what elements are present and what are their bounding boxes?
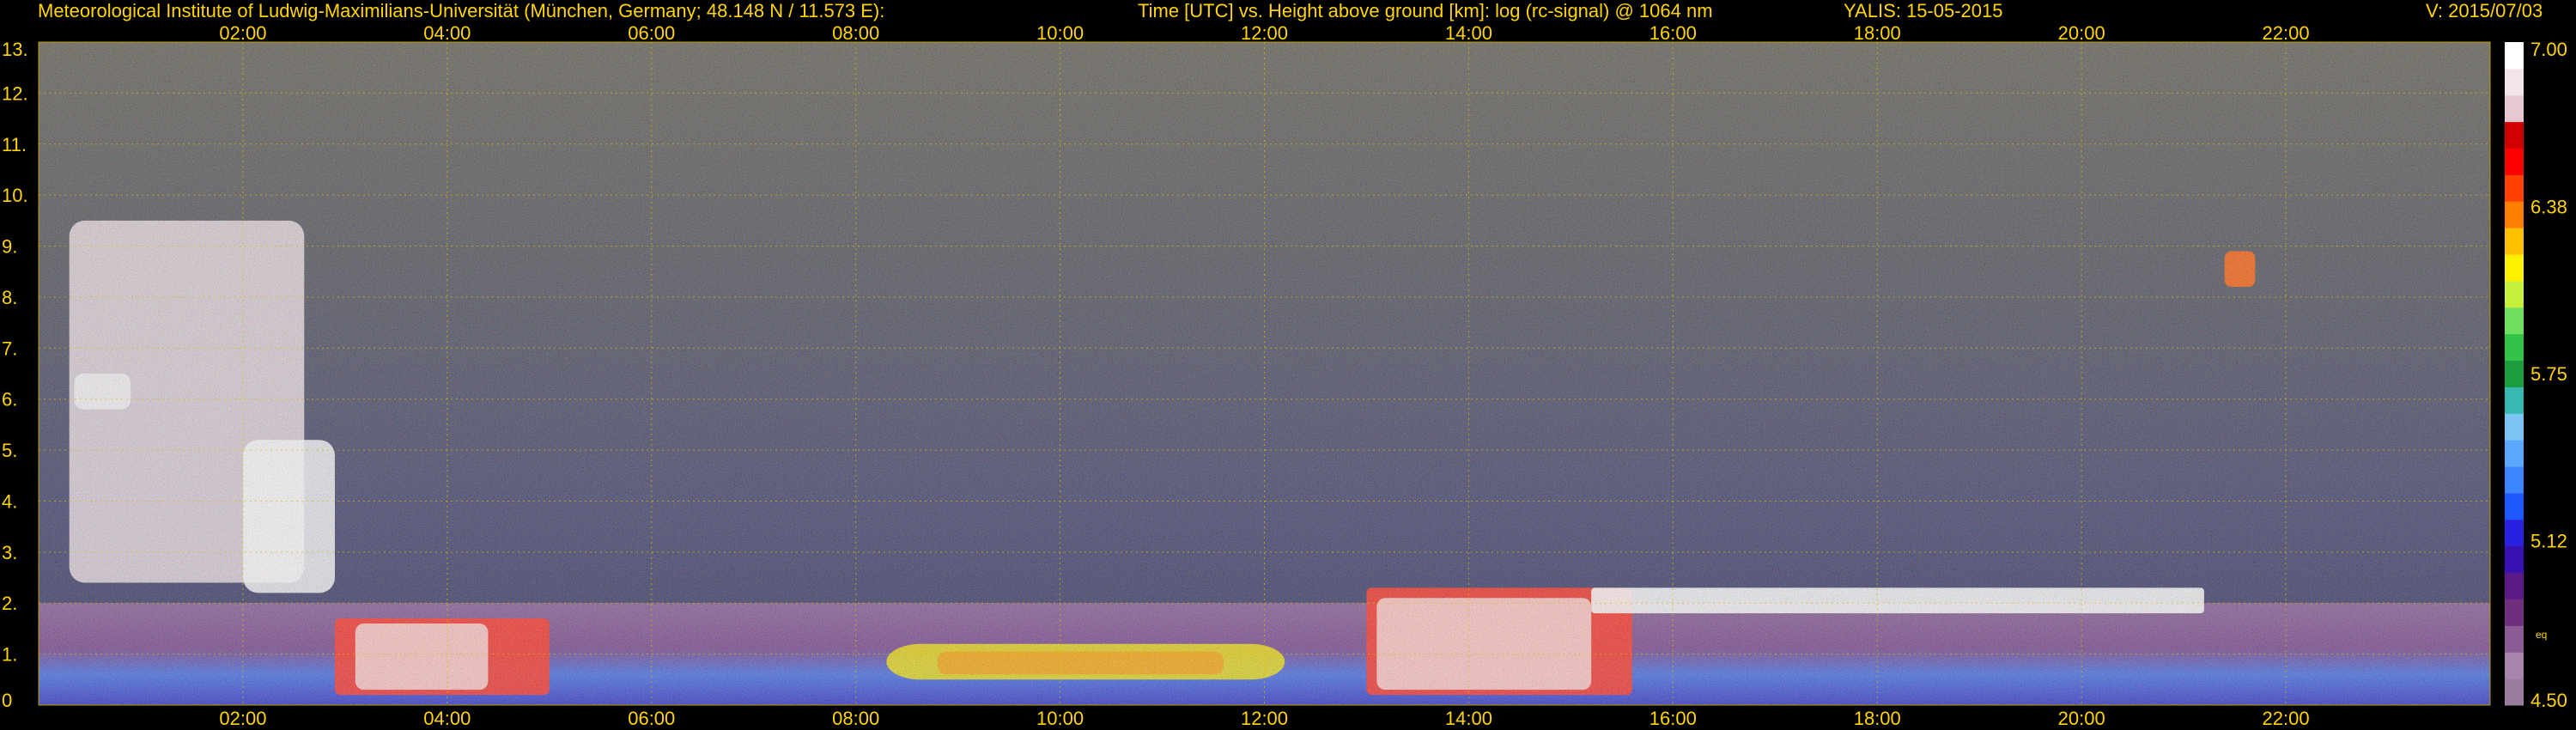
colorbar-segment xyxy=(2505,678,2524,706)
x-tick-label-bottom: 22:00 xyxy=(2263,708,2310,729)
colorbar-segment xyxy=(2505,148,2524,175)
y-tick-label: 3. xyxy=(2,542,17,563)
colorbar-segment xyxy=(2505,174,2524,202)
y-tick-label: 1. xyxy=(2,644,17,666)
colorbar-segment xyxy=(2505,201,2524,228)
x-tick-label-bottom: 08:00 xyxy=(832,708,879,729)
colorbar-tick-label: 5.75 xyxy=(2530,363,2567,385)
x-tick-label-top: 12:00 xyxy=(1241,22,1288,44)
colorbar-segment xyxy=(2505,652,2524,679)
colorbar-segment xyxy=(2505,121,2524,149)
colorbar-segment xyxy=(2505,545,2524,574)
colorbar-segment xyxy=(2505,42,2524,70)
x-axis-bottom: 02:00 04:00 06:00 08:00 10:00 12:00 14:00 16:00… xyxy=(219,708,2309,729)
colorbar-segment xyxy=(2505,94,2524,123)
y-tick-label: 5. xyxy=(2,440,17,461)
y-tick-label: 11. xyxy=(2,134,27,155)
x-tick-label-top: 18:00 xyxy=(1854,22,1901,44)
colorbar-segment xyxy=(2505,519,2524,547)
x-tick-label-top: 14:00 xyxy=(1445,22,1492,44)
colorbar-segment xyxy=(2505,599,2524,626)
y-tick-label: 0 xyxy=(2,690,12,711)
x-tick-label-bottom: 20:00 xyxy=(2058,708,2105,729)
lidar-chart: 0 1. 2. 3. 4. 5. 6. 7. 8. 9. 10. 11. 12. 13. 02:00 04:… xyxy=(2,22,2567,729)
colorbar-segment xyxy=(2505,254,2524,282)
x-tick-label-bottom: 12:00 xyxy=(1241,708,1288,729)
x-tick-label-top: 04:00 xyxy=(423,22,471,44)
colorbar-segment xyxy=(2505,307,2524,335)
x-tick-label-top: 02:00 xyxy=(219,22,266,44)
x-tick-label-bottom: 06:00 xyxy=(628,708,675,729)
colorbar-segment xyxy=(2505,466,2524,494)
colorbar-segment xyxy=(2505,386,2524,414)
x-tick-label-bottom: 10:00 xyxy=(1036,708,1084,729)
x-tick-label-top: 06:00 xyxy=(628,22,675,44)
plot-area xyxy=(39,42,2490,705)
y-tick-label: 13. xyxy=(2,39,28,60)
colorbar-segment xyxy=(2505,228,2524,255)
y-tick-label: 12. xyxy=(2,82,28,104)
y-tick-label: 8. xyxy=(2,287,17,308)
colorbar-segment xyxy=(2505,333,2524,362)
colorbar-segment xyxy=(2505,440,2524,467)
x-tick-label-top: 20:00 xyxy=(2058,22,2105,44)
x-tick-label-top: 10:00 xyxy=(1036,22,1084,44)
x-tick-label-top: 08:00 xyxy=(832,22,879,44)
colorbar-segment xyxy=(2505,625,2524,653)
x-tick-label-bottom: 04:00 xyxy=(423,708,471,729)
y-tick-label: 10. xyxy=(2,185,28,206)
colorbar-segment xyxy=(2505,360,2524,387)
colorbar-segment xyxy=(2505,280,2524,308)
colorbar-extra-label: eq xyxy=(2536,629,2547,641)
colorbar-segment xyxy=(2505,572,2524,599)
x-tick-label-bottom: 16:00 xyxy=(1649,708,1697,729)
y-tick-label: 7. xyxy=(2,338,17,359)
y-tick-label: 9. xyxy=(2,236,17,258)
y-tick-label: 4. xyxy=(2,490,17,512)
x-axis-top: 02:00 04:00 06:00 08:00 10:00 12:00 14:00 16:00… xyxy=(219,22,2309,44)
colorbar: 7.00 6.38 5.75 5.12 4.50 eq xyxy=(2505,39,2567,711)
y-tick-label: 2. xyxy=(2,593,17,614)
x-tick-label-bottom: 18:00 xyxy=(1854,708,1901,729)
colorbar-segment xyxy=(2505,413,2524,441)
colorbar-tick-label: 4.50 xyxy=(2530,690,2567,711)
colorbar-segment xyxy=(2505,68,2524,96)
y-tick-label: 6. xyxy=(2,389,17,411)
y-axis: 0 1. 2. 3. 4. 5. 6. 7. 8. 9. 10. 11. 12. 13. xyxy=(2,39,28,711)
colorbar-tick-label: 6.38 xyxy=(2530,196,2567,217)
x-tick-label-top: 22:00 xyxy=(2263,22,2310,44)
x-tick-label-top: 16:00 xyxy=(1649,22,1697,44)
x-tick-label-bottom: 14:00 xyxy=(1445,708,1492,729)
colorbar-tick-label: 5.12 xyxy=(2530,531,2567,552)
x-tick-label-bottom: 02:00 xyxy=(219,708,266,729)
colorbar-tick-label: 7.00 xyxy=(2530,39,2567,60)
colorbar-segment xyxy=(2505,492,2524,520)
